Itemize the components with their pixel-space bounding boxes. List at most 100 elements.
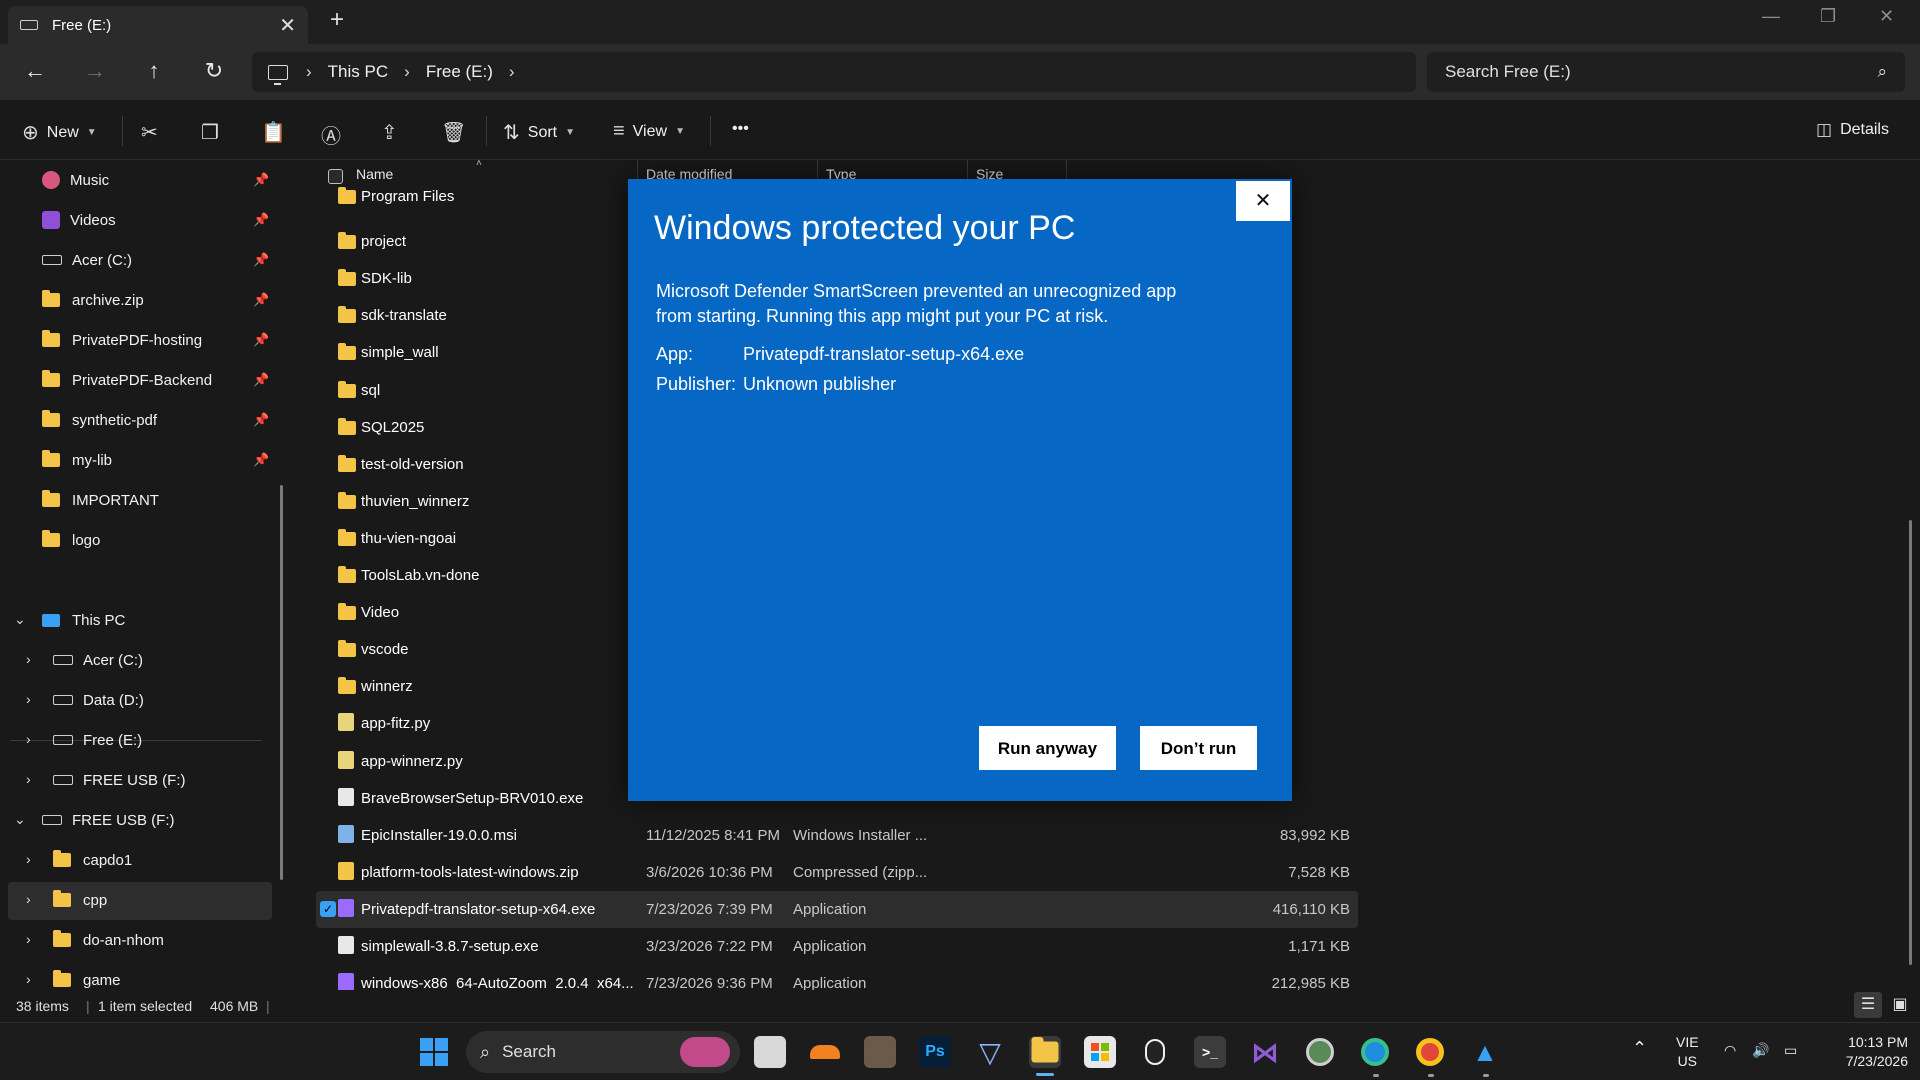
sidebar-item-archive-zip[interactable]: archive.zip bbox=[42, 281, 144, 319]
qq-icon[interactable] bbox=[1139, 1036, 1171, 1068]
tree-item-this-pc[interactable]: This PC bbox=[42, 601, 125, 639]
delete-button[interactable]: 🗑 bbox=[441, 120, 466, 145]
chevron-down-icon[interactable]: ⌄ bbox=[14, 611, 26, 628]
details-button[interactable]: ◫ Details bbox=[1816, 120, 1889, 140]
pin-icon[interactable]: 📌 bbox=[253, 372, 269, 388]
sort-button[interactable]: ⇅ Sort ▼ bbox=[503, 120, 575, 145]
sidebar-item-privatepdf-backend[interactable]: PrivatePDF-Backend bbox=[42, 361, 212, 399]
table-row[interactable]: EpicInstaller-19.0.0.msi 11/12/2025 8:41 … bbox=[316, 817, 1358, 854]
table-row[interactable]: platform-tools-latest-windows.zip 3/6/202… bbox=[316, 854, 1358, 891]
refresh-icon[interactable]: ↻ bbox=[199, 58, 229, 84]
table-row[interactable]: ✓ Privatepdf-translator-setup-x64.exe 7/23… bbox=[316, 890, 1358, 928]
pin-icon[interactable]: 📌 bbox=[253, 212, 269, 228]
paste-button[interactable]: 📋 bbox=[261, 120, 286, 145]
tree-item-data-d[interactable]: Data (D:) bbox=[53, 681, 144, 719]
tree-item-free-usb-f[interactable]: FREE USB (F:) bbox=[53, 761, 186, 799]
share-button[interactable]: ⇪ bbox=[381, 120, 398, 145]
chevron-right-icon[interactable]: › bbox=[26, 891, 31, 907]
tree-item-do-an-nhom[interactable]: do-an-nhom bbox=[53, 921, 164, 959]
chevron-right-icon[interactable]: › bbox=[26, 651, 31, 667]
start-icon[interactable] bbox=[418, 1036, 450, 1068]
tab-free-e[interactable]: Free (E:) ✕ bbox=[8, 6, 308, 44]
tree-item-cpp[interactable]: cpp bbox=[53, 881, 107, 919]
tree-item-free-usb-f-root[interactable]: FREE USB (F:) bbox=[42, 801, 175, 839]
pin-icon[interactable]: 📌 bbox=[253, 412, 269, 428]
chevron-right-icon[interactable]: › bbox=[509, 62, 515, 82]
vpn-icon[interactable]: ▽ bbox=[974, 1036, 1006, 1068]
file-list-scrollbar[interactable] bbox=[1909, 520, 1912, 965]
sidebar-item-acer-c[interactable]: Acer (C:) bbox=[42, 241, 132, 279]
dont-run-button[interactable]: Don’t run bbox=[1140, 726, 1257, 770]
chrome-icon[interactable] bbox=[1414, 1036, 1446, 1068]
show-hidden-icons-chevron-up-icon[interactable]: ⌃ bbox=[1632, 1039, 1647, 1058]
close-window-icon[interactable]: ✕ bbox=[1879, 6, 1894, 27]
store-icon[interactable] bbox=[1084, 1036, 1116, 1068]
details-view-toggle[interactable]: ☰ bbox=[1854, 992, 1882, 1018]
photoshop-icon[interactable]: Ps bbox=[919, 1036, 951, 1068]
search-input[interactable]: Search Free (E:) ⌕ bbox=[1427, 52, 1905, 92]
wifi-icon[interactable]: ◠ bbox=[1724, 1041, 1736, 1060]
file-explorer-icon[interactable] bbox=[1029, 1036, 1061, 1068]
row-checkbox[interactable]: ✓ bbox=[320, 900, 336, 917]
rename-button[interactable]: Ⓐ bbox=[321, 120, 341, 149]
pin-icon[interactable]: 📌 bbox=[253, 252, 269, 268]
close-tab-icon[interactable]: ✕ bbox=[279, 13, 296, 38]
up-icon[interactable]: ↑ bbox=[139, 58, 169, 84]
new-button[interactable]: ⊕ New ▼ bbox=[22, 120, 97, 145]
language-indicator[interactable]: VIE US bbox=[1676, 1033, 1699, 1071]
chevron-right-icon[interactable]: › bbox=[26, 971, 31, 987]
run-anyway-button[interactable]: Run anyway bbox=[979, 726, 1116, 770]
sidebar-item-important[interactable]: IMPORTANT bbox=[42, 481, 159, 519]
chrome-app-icon[interactable] bbox=[1304, 1036, 1336, 1068]
breadcrumb[interactable]: › This PC › Free (E:) › bbox=[252, 52, 1416, 92]
taskbar-search[interactable]: ⌕ Search bbox=[466, 1031, 740, 1073]
chevron-right-icon[interactable]: › bbox=[404, 62, 410, 82]
pin-icon[interactable]: 📌 bbox=[253, 292, 269, 308]
tree-item-free-e[interactable]: Free (E:) bbox=[53, 721, 142, 759]
pin-icon[interactable]: 📌 bbox=[253, 452, 269, 468]
chevron-right-icon[interactable]: › bbox=[26, 851, 31, 867]
task-view-icon[interactable] bbox=[754, 1036, 786, 1068]
tree-item-capdo1[interactable]: capdo1 bbox=[53, 841, 132, 879]
tiles-view-toggle[interactable]: ▣ bbox=[1886, 992, 1914, 1018]
terminal-icon[interactable]: >_ bbox=[1194, 1036, 1226, 1068]
cloudflare-icon[interactable] bbox=[809, 1036, 841, 1068]
restore-icon[interactable]: ❐ bbox=[1820, 6, 1836, 27]
battery-icon[interactable]: ▭ bbox=[1784, 1041, 1797, 1060]
chevron-right-icon[interactable]: › bbox=[26, 771, 31, 787]
edge-icon[interactable] bbox=[1359, 1036, 1391, 1068]
breadcrumb-this-pc[interactable]: This PC bbox=[328, 62, 388, 82]
tree-item-game[interactable]: game bbox=[53, 961, 121, 990]
back-icon[interactable]: ← bbox=[20, 58, 50, 84]
app-icon[interactable]: ▲ bbox=[1469, 1036, 1501, 1068]
table-row[interactable]: simplewall-3.8.7-setup.exe 3/23/2026 7:22… bbox=[316, 928, 1358, 965]
pin-icon[interactable]: 📌 bbox=[253, 332, 269, 348]
sidebar-item-music[interactable]: Music bbox=[42, 161, 109, 199]
cut-button[interactable]: ✂ bbox=[141, 120, 158, 145]
clock[interactable]: 10:13 PM 7/23/2026 bbox=[1820, 1033, 1908, 1071]
game-icon[interactable] bbox=[864, 1036, 896, 1068]
sidebar-scrollbar[interactable] bbox=[280, 485, 283, 880]
copy-button[interactable]: ❐ bbox=[201, 120, 219, 145]
chevron-right-icon[interactable]: › bbox=[26, 931, 31, 947]
chevron-right-icon[interactable]: › bbox=[26, 731, 31, 747]
sidebar-item-logo[interactable]: logo bbox=[42, 521, 100, 559]
sidebar-item-my-lib[interactable]: my-lib bbox=[42, 441, 112, 479]
sidebar-item-videos[interactable]: Videos bbox=[42, 201, 116, 239]
table-row[interactable]: windows-x86_64-AutoZoom_2.0.4_x64... 7/23… bbox=[316, 965, 1358, 990]
tree-item-acer-c[interactable]: Acer (C:) bbox=[53, 641, 143, 679]
minimize-icon[interactable]: — bbox=[1762, 6, 1780, 27]
volume-icon[interactable]: 🔊 bbox=[1752, 1041, 1769, 1060]
new-tab-button[interactable]: + bbox=[330, 6, 344, 34]
breadcrumb-free-e[interactable]: Free (E:) bbox=[426, 62, 493, 82]
dialog-close-button[interactable]: ✕ bbox=[1236, 181, 1290, 221]
view-button[interactable]: ≡ View ▼ bbox=[613, 120, 685, 143]
visual-studio-icon[interactable]: ⋈ bbox=[1249, 1036, 1281, 1068]
forward-icon[interactable]: → bbox=[80, 58, 110, 84]
pin-icon[interactable]: 📌 bbox=[253, 172, 269, 188]
chevron-right-icon[interactable]: › bbox=[26, 691, 31, 707]
more-options-button[interactable]: ••• bbox=[732, 120, 749, 138]
chevron-down-icon[interactable]: ⌄ bbox=[14, 811, 26, 828]
sidebar-item-privatepdf-hosting[interactable]: PrivatePDF-hosting bbox=[42, 321, 202, 359]
chevron-right-icon[interactable]: › bbox=[306, 62, 312, 82]
